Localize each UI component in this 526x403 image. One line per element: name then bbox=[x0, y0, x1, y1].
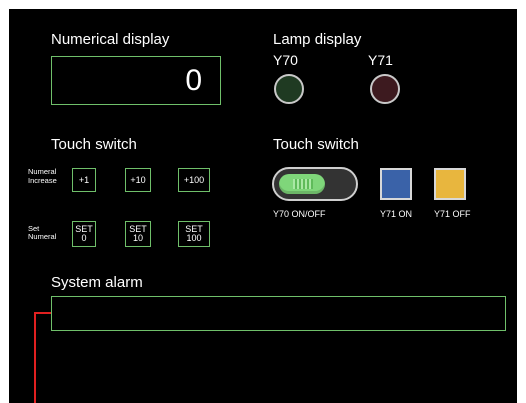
alarm-marker-vertical bbox=[34, 312, 36, 403]
y70-toggle-label: Y70 ON/OFF bbox=[273, 209, 326, 219]
numeral-increase-label-line1: Numeral bbox=[28, 167, 57, 176]
lamp-y70-label: Y70 bbox=[273, 52, 298, 68]
system-alarm-display bbox=[51, 296, 506, 331]
system-alarm-title: System alarm bbox=[51, 274, 143, 291]
set-0-button-line2: 0 bbox=[81, 233, 87, 243]
set-100-button-line2: 100 bbox=[186, 233, 202, 243]
touch-switch-left-title: Touch switch bbox=[51, 136, 137, 153]
touch-switch-right-title: Touch switch bbox=[273, 136, 359, 153]
alarm-marker-horizontal bbox=[34, 312, 51, 314]
set-numeral-label-line2: Numeral bbox=[28, 232, 57, 241]
plus-10-button[interactable]: +10 bbox=[125, 168, 151, 192]
y71-off-button[interactable] bbox=[434, 168, 466, 200]
hmi-screen: Numerical display 0 Lamp display Y70 Y71… bbox=[9, 9, 517, 403]
lamp-y71-label: Y71 bbox=[368, 52, 393, 68]
y71-off-label: Y71 OFF bbox=[434, 209, 471, 219]
plus-1-button[interactable]: +1 bbox=[72, 168, 96, 192]
numerical-display-value: 0 bbox=[51, 56, 221, 105]
lamp-y71 bbox=[370, 74, 400, 104]
plus-100-button[interactable]: +100 bbox=[178, 168, 210, 192]
grip-icon bbox=[293, 179, 313, 189]
set-0-button[interactable]: SET 0 bbox=[72, 221, 96, 247]
numerical-display-title: Numerical display bbox=[51, 31, 170, 48]
y70-toggle-switch[interactable] bbox=[272, 167, 358, 201]
set-10-button-line2: 10 bbox=[132, 233, 143, 243]
y71-on-button[interactable] bbox=[380, 168, 412, 200]
toggle-knob bbox=[279, 174, 325, 194]
set-100-button[interactable]: SET 100 bbox=[178, 221, 210, 247]
numeral-increase-label-line2: Increase bbox=[28, 176, 57, 185]
y71-on-label: Y71 ON bbox=[380, 209, 413, 219]
lamp-y70 bbox=[274, 74, 304, 104]
set-10-button[interactable]: SET 10 bbox=[125, 221, 151, 247]
lamp-display-title: Lamp display bbox=[273, 31, 362, 48]
